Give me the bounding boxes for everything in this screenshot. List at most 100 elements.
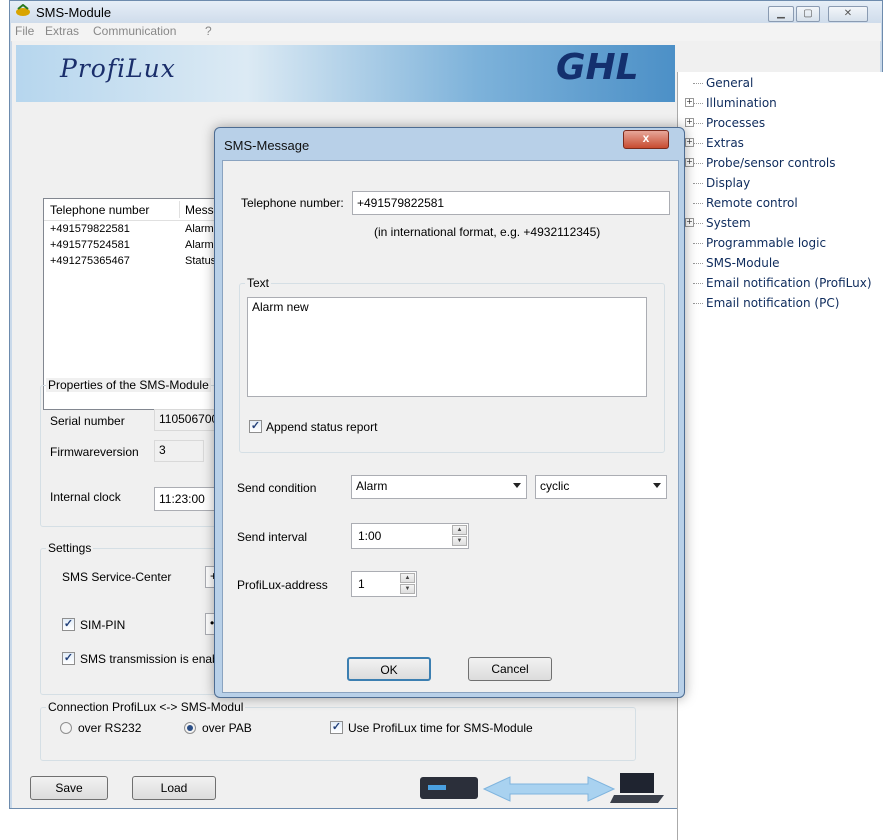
- address-value: 1: [358, 577, 365, 591]
- tree-item-label: Email notification (PC): [706, 296, 840, 310]
- row-phone: +491577524581: [50, 239, 130, 251]
- use-time-checkbox[interactable]: ✓: [330, 721, 343, 734]
- use-time-label: Use ProfiLux time for SMS-Module: [348, 721, 533, 735]
- send-mode-select[interactable]: cyclic: [535, 475, 667, 499]
- table-row[interactable]: +491275365467 Status: [44, 255, 234, 269]
- title-bar[interactable]: SMS-Module ▁ ▢ ✕: [10, 1, 882, 23]
- spin-up-icon[interactable]: ▲: [452, 525, 467, 535]
- table-row[interactable]: +491577524581 Alarm: [44, 239, 234, 253]
- row-message: Status: [185, 255, 217, 267]
- send-condition-value: Alarm: [356, 479, 388, 493]
- tree-item-label: Processes: [706, 116, 766, 130]
- phone-label: Telephone number:: [241, 196, 344, 210]
- phone-hint: (in international format, e.g. +49321123…: [374, 225, 601, 239]
- pab-label: over PAB: [202, 721, 252, 735]
- tree-item-label: Illumination: [706, 96, 777, 110]
- menu-extras[interactable]: Extras: [45, 24, 79, 38]
- tree-connector: [693, 103, 703, 104]
- properties-title: Properties of the SMS-Module: [46, 378, 211, 392]
- profilux-logo: ProfiLux: [60, 54, 176, 83]
- tree-connector: [693, 283, 703, 284]
- firmware-label: Firmwareversion: [50, 445, 139, 459]
- menu-file[interactable]: File: [15, 24, 34, 38]
- load-button[interactable]: Load: [132, 776, 216, 800]
- minimize-button[interactable]: ▁: [768, 6, 794, 22]
- tree-connector: [693, 183, 703, 184]
- maximize-button[interactable]: ▢: [796, 6, 820, 22]
- transmission-checkbox[interactable]: ✓: [62, 652, 75, 665]
- chevron-down-icon: [653, 483, 661, 488]
- table-row[interactable]: +491579822581 Alarm: [44, 223, 234, 237]
- pab-radio[interactable]: [184, 722, 196, 734]
- text-group-title: Text: [245, 276, 272, 290]
- tree-item-label: Remote control: [706, 196, 798, 210]
- tree-item-label: Probe/sensor controls: [706, 156, 836, 170]
- header-banner: ProfiLux GHL: [16, 45, 675, 102]
- dialog-title: SMS-Message: [224, 138, 310, 153]
- tree-item-label: General: [706, 76, 754, 90]
- tree-item-label: Extras: [706, 136, 744, 150]
- sim-pin-checkbox[interactable]: ✓: [62, 618, 75, 631]
- send-interval-value: 1:00: [358, 529, 382, 543]
- row-phone: +491275365467: [50, 255, 130, 267]
- connection-title: Connection ProfiLux <-> SMS-Modul: [46, 700, 246, 714]
- navigation-tree: General + Illumination + Processes + Extras + Pr…: [677, 72, 883, 840]
- connection-illustration: [418, 765, 678, 807]
- send-interval-spinner[interactable]: 1:00 ▲ ▼: [351, 523, 469, 549]
- send-interval-label: Send interval: [237, 530, 308, 544]
- sms-message-dialog: SMS-Message x Telephone number: +4915798…: [214, 127, 685, 698]
- sim-pin-label: SIM-PIN: [80, 618, 126, 632]
- firmware-field: 3: [154, 440, 204, 462]
- window-title: SMS-Module: [36, 5, 112, 20]
- cancel-button[interactable]: Cancel: [468, 657, 552, 681]
- send-condition-label: Send condition: [237, 481, 317, 495]
- row-message: Alarm: [185, 223, 214, 235]
- menu-help[interactable]: ?: [205, 24, 212, 38]
- app-icon: [15, 3, 31, 18]
- append-status-checkbox[interactable]: ✓: [249, 420, 262, 433]
- transmission-label: SMS transmission is enab: [80, 652, 219, 666]
- column-telephone[interactable]: Telephone number: [50, 203, 149, 217]
- tree-connector: [693, 223, 703, 224]
- address-spinner[interactable]: 1 ▲ ▼: [351, 571, 417, 597]
- tree-item-label: Programmable logic: [706, 236, 827, 250]
- tree-connector: [693, 123, 703, 124]
- tree-item-label: Email notification (ProfiLux): [706, 276, 872, 290]
- tree-connector: [693, 143, 703, 144]
- spin-up-icon[interactable]: ▲: [400, 573, 415, 583]
- spin-down-icon[interactable]: ▼: [452, 536, 467, 546]
- tree-connector: [693, 203, 703, 204]
- spin-down-icon[interactable]: ▼: [400, 584, 415, 594]
- tree-connector: [693, 163, 703, 164]
- menu-communication[interactable]: Communication: [93, 24, 176, 38]
- dialog-body: Telephone number: +491579822581 (in inte…: [222, 160, 679, 693]
- send-mode-value: cyclic: [540, 479, 570, 493]
- rs232-label: over RS232: [78, 721, 142, 735]
- row-phone: +491579822581: [50, 223, 130, 235]
- clock-label: Internal clock: [50, 490, 121, 504]
- send-condition-select[interactable]: Alarm: [351, 475, 527, 499]
- tree-connector: [693, 303, 703, 304]
- row-message: Alarm: [185, 239, 214, 251]
- append-status-label: Append status report: [266, 420, 378, 434]
- ok-button[interactable]: OK: [347, 657, 431, 681]
- save-button[interactable]: Save: [30, 776, 108, 800]
- chevron-down-icon: [513, 483, 521, 488]
- settings-title: Settings: [46, 541, 94, 555]
- menu-bar: File Extras Communication ?: [11, 23, 881, 42]
- ghl-logo: GHL: [556, 47, 639, 88]
- phone-input[interactable]: +491579822581: [352, 191, 670, 215]
- tree-connector: [693, 83, 703, 84]
- address-label: ProfiLux-address: [237, 578, 328, 592]
- rs232-radio[interactable]: [60, 722, 72, 734]
- service-center-label: SMS Service-Center: [62, 570, 172, 584]
- tree-connector: [693, 263, 703, 264]
- tree-item-label: Display: [706, 176, 751, 190]
- close-window-button[interactable]: ✕: [828, 6, 868, 22]
- dialog-close-button[interactable]: x: [623, 130, 669, 149]
- list-header: Telephone number Messa: [44, 199, 234, 221]
- tree-connector: [693, 243, 703, 244]
- tree-item-label: System: [706, 216, 751, 230]
- tree-item-label: SMS-Module: [706, 256, 780, 270]
- message-textarea[interactable]: Alarm new: [247, 297, 647, 397]
